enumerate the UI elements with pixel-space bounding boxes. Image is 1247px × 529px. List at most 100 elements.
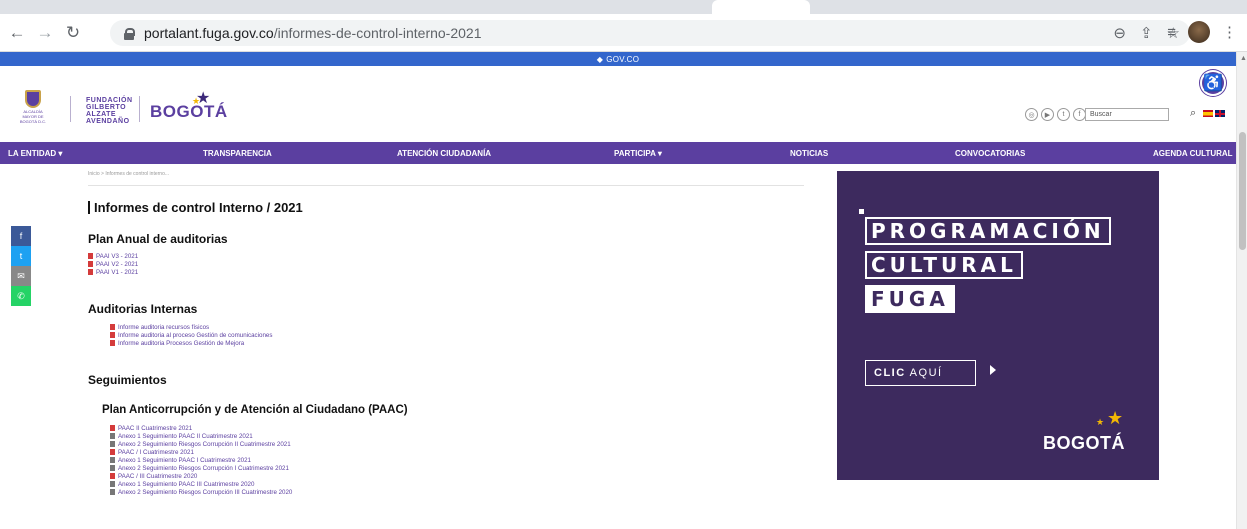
reading-list-icon[interactable]: ≡ (1167, 24, 1176, 41)
nav-transparencia[interactable]: TRANSPARENCIA (203, 149, 272, 158)
document-link[interactable]: PAAC / III Cuatrimestre 2020 (110, 473, 197, 480)
search-input[interactable]: Buscar (1085, 108, 1169, 121)
zoom-icon[interactable]: ⊖ (1113, 24, 1126, 42)
share-icon[interactable]: ⇪ (1140, 24, 1153, 42)
document-link[interactable]: Anexo 1 Seguimiento PAAC III Cuatrimestr… (110, 481, 254, 488)
scroll-up-icon[interactable]: ▲ (1240, 55, 1247, 62)
document-link[interactable]: Informe auditoria recursos físicos (110, 324, 209, 331)
document-link[interactable]: PAAI V3 - 2021 (88, 253, 138, 260)
spanish-flag-icon[interactable] (1203, 110, 1213, 117)
star-icon: ★ (1107, 408, 1124, 428)
document-link[interactable]: Anexo 2 Seguimiento Riesgos Corrupción I… (110, 489, 292, 496)
document-link[interactable]: Informe auditoria al proceso Gestión de … (110, 332, 272, 339)
nav-convocatorias[interactable]: CONVOCATORIAS (955, 149, 1025, 158)
pdf-icon (110, 332, 115, 338)
programacion-cultural-banner[interactable]: PROGRAMACIÓN CULTURAL FUGA CLIC AQUÍ ★ ★ … (837, 171, 1159, 480)
forward-icon[interactable]: → (34, 22, 56, 44)
star-icon: ★ (192, 96, 201, 106)
nav-atencion-ciudadania[interactable]: ATENCIÓN CIUDADANÍA (397, 149, 491, 158)
page-scrollbar[interactable]: ▲ (1236, 52, 1247, 529)
nav-la-entidad[interactable]: LA ENTIDAD ▾ (8, 149, 62, 158)
social-links: ◎ ▶ t f (1025, 108, 1086, 121)
site-header: ALCALDÍA MAYOR DE BOGOTÁ D.C. FUNDACIÓN … (0, 66, 1236, 142)
org-line: FUNDACIÓN (86, 97, 133, 104)
whatsapp-share-icon[interactable]: ✆ (11, 286, 31, 306)
twitter-icon[interactable]: t (1057, 108, 1070, 121)
scroll-thumb[interactable] (1239, 132, 1246, 250)
document-link[interactable]: Informe auditoria Procesos Gestión de Me… (110, 340, 244, 347)
url-domain: portalant.fuga.gov.co (144, 25, 274, 41)
clic-aqui-button[interactable]: CLIC AQUÍ (865, 360, 976, 386)
accessibility-icon[interactable]: ♿ (1200, 70, 1226, 96)
divider (70, 96, 71, 122)
file-icon (110, 433, 115, 439)
document-link[interactable]: PAAI V1 - 2021 (88, 269, 138, 276)
divider (139, 96, 140, 122)
org-line: ALZATE (86, 111, 117, 118)
banner-line: FUGA (865, 285, 955, 313)
decorative-dot (859, 209, 864, 214)
instagram-icon[interactable]: ◎ (1025, 108, 1038, 121)
banner-line: CULTURAL (865, 251, 1023, 279)
browser-toolbar: ← → ↻ portalant.fuga.gov.co/informes-de-… (0, 14, 1247, 52)
gov-co-label: GOV.CO (606, 54, 640, 64)
document-link[interactable]: Anexo 2 Seguimiento Riesgos Corrupción I… (110, 441, 291, 448)
file-icon (110, 457, 115, 463)
subsection-heading: Plan Anticorrupción y de Atención al Ciu… (102, 404, 408, 416)
alcaldia-escudo-logo[interactable]: ALCALDÍA MAYOR DE BOGOTÁ D.C. (18, 90, 48, 124)
document-link[interactable]: PAAC II Cuatrimestre 2021 (110, 425, 192, 432)
banner-bogota-logo: BOGOTÁ (1043, 433, 1125, 453)
nav-participa[interactable]: PARTICIPA ▾ (614, 149, 662, 158)
document-link[interactable]: PAAC / I Cuatrimestre 2021 (110, 449, 194, 456)
play-arrow-icon (990, 365, 996, 375)
org-line: GILBERTO (86, 104, 127, 111)
escudo-caption: ALCALDÍA MAYOR DE BOGOTÁ D.C. (19, 109, 47, 124)
bogota-logo[interactable]: BOGOTÁ (150, 102, 228, 122)
section-heading: Seguimientos (88, 373, 167, 387)
youtube-icon[interactable]: ▶ (1041, 108, 1054, 121)
page-title: Informes de control Interno / 2021 (88, 200, 303, 215)
main-navigation: LA ENTIDAD ▾ TRANSPARENCIA ATENCIÓN CIUD… (0, 142, 1236, 164)
active-tab[interactable] (712, 0, 810, 14)
gov-co-icon: ◆ (596, 54, 604, 64)
search-icon[interactable]: ⌕ (1190, 107, 1196, 120)
file-icon (110, 441, 115, 447)
document-link[interactable]: PAAI V2 - 2021 (88, 261, 138, 268)
profile-avatar[interactable] (1188, 21, 1210, 43)
banner-line: PROGRAMACIÓN (865, 217, 1111, 245)
facebook-share-icon[interactable]: f (11, 226, 31, 246)
nav-noticias[interactable]: NOTICIAS (790, 149, 828, 158)
section-heading: Auditorias Internas (88, 302, 198, 316)
twitter-share-icon[interactable]: t (11, 246, 31, 266)
breadcrumb[interactable]: Inicio > Informes de control interno... (88, 171, 169, 177)
org-line: AVENDAÑO (86, 118, 130, 125)
reload-icon[interactable]: ↻ (62, 22, 84, 44)
pdf-icon (110, 473, 115, 479)
page-title-text: Informes de control Interno / 2021 (94, 200, 303, 215)
file-icon (110, 489, 115, 495)
pdf-icon (110, 449, 115, 455)
section-heading: Plan Anual de auditorias (88, 232, 228, 246)
clic-label: CLIC (874, 367, 906, 379)
pdf-icon (88, 261, 93, 267)
tab-strip (0, 0, 1247, 14)
back-icon[interactable]: ← (6, 22, 28, 44)
aqui-label: AQUÍ (909, 367, 943, 379)
menu-kebab-icon[interactable]: ⋮ (1222, 23, 1237, 41)
document-link[interactable]: Anexo 1 Seguimiento PAAC II Cuatrimestre… (110, 433, 253, 440)
web-page: ◆ GOV.CO ALCALDÍA MAYOR DE BOGOTÁ D.C. F… (0, 52, 1236, 529)
address-bar[interactable]: portalant.fuga.gov.co/informes-de-contro… (110, 20, 1190, 46)
nav-agenda-cultural[interactable]: AGENDA CULTURAL (1153, 149, 1233, 158)
file-icon (110, 465, 115, 471)
gov-co-bar[interactable]: ◆ GOV.CO (0, 52, 1236, 66)
english-flag-icon[interactable] (1215, 110, 1225, 117)
email-share-icon[interactable]: ✉ (11, 266, 31, 286)
file-icon (110, 481, 115, 487)
pdf-icon (110, 324, 115, 330)
document-link[interactable]: Anexo 2 Seguimiento Riesgos Corrupción I… (110, 465, 289, 472)
url-path: /informes-de-control-interno-2021 (273, 25, 482, 41)
document-link[interactable]: Anexo 1 Seguimiento PAAC I Cuatrimestre … (110, 457, 251, 464)
lock-icon[interactable] (124, 27, 135, 40)
fuga-logo[interactable]: FUNDACIÓN GILBERTO ALZATE AVENDAÑO (86, 97, 133, 125)
pdf-icon (110, 340, 115, 346)
